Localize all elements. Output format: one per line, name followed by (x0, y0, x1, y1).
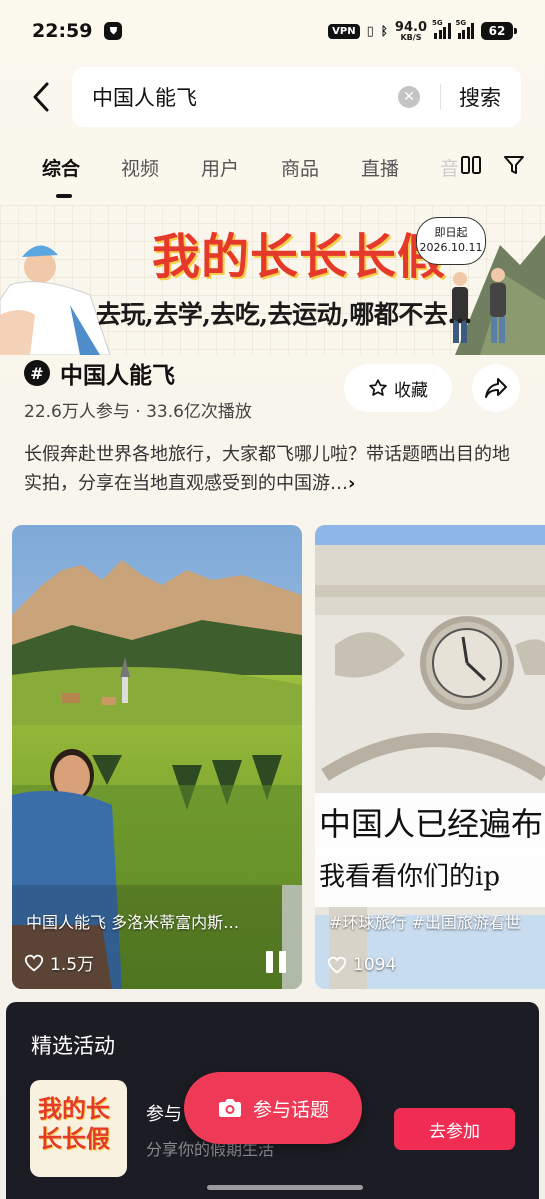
net-speed: 94.0 KB/S (394, 19, 427, 42)
activity-thumbnail[interactable]: 我的长长长假 (30, 1080, 127, 1177)
share-button[interactable] (472, 364, 520, 412)
tab-overall[interactable]: 综合 (42, 154, 80, 181)
signal-icon-2: 5G (456, 19, 474, 39)
home-indicator[interactable] (207, 1185, 363, 1190)
join-topic-button[interactable]: 参与话题 (184, 1072, 362, 1144)
vpn-badge: VPN (328, 23, 360, 39)
tab-user[interactable]: 用户 (201, 154, 239, 181)
video-title: #环球旅行 #出国旅游看世 (329, 913, 521, 932)
tab-product[interactable]: 商品 (281, 154, 319, 181)
overlay-caption-2: 我看看你们的ip (315, 847, 545, 907)
tab-indicator (56, 194, 72, 198)
search-header: 中国人能飞 ✕ 搜索 (0, 66, 545, 128)
tab-music-partial[interactable]: 音 (440, 154, 458, 181)
hashtag-icon: # (24, 360, 50, 386)
search-input[interactable]: 中国人能飞 ✕ 搜索 (72, 67, 521, 127)
banner-title: 我的长长长假 (152, 229, 447, 285)
topic-header: # 中国人能飞 (24, 356, 175, 390)
signal-icon: 5G (432, 19, 451, 39)
star-icon (369, 379, 387, 396)
search-query: 中国人能飞 (92, 86, 197, 110)
topic-description[interactable]: 长假奔赴世界各地旅行，大家都飞哪儿啦？带话题晒出目的地实拍，分享在当地直观感受到… (24, 440, 520, 498)
like-count[interactable]: 1094 (327, 955, 396, 975)
favorite-button[interactable]: 收藏 (344, 364, 452, 412)
thumb-text: 我的长长长假 (38, 1094, 110, 1153)
topic-stats: 22.6万人参与 · 33.6亿次播放 (24, 402, 252, 422)
tab-live[interactable]: 直播 (361, 154, 399, 181)
expand-icon[interactable]: › (348, 473, 355, 494)
favorite-label: 收藏 (394, 380, 428, 401)
heart-icon (24, 954, 44, 971)
banner-subtitle: 去玩,去学,去吃,去运动,哪都不去... (96, 300, 472, 329)
topic-banner[interactable]: 我的长长长假 去玩,去学,去吃,去运动,哪都不去... 即日起 2026.10.… (0, 205, 545, 355)
shield-icon: ⛊ (104, 22, 123, 40)
video-title: 中国人能飞 多洛米蒂富内斯… (26, 913, 240, 932)
activity-name: 参与 (146, 1104, 182, 1125)
status-time: 22:59 (32, 20, 93, 42)
join-topic-label: 参与话题 (252, 1098, 329, 1121)
tab-video[interactable]: 视频 (121, 154, 159, 181)
heart-icon (327, 956, 347, 974)
search-button[interactable]: 搜索 (441, 82, 521, 112)
status-bar: 22:59 ⛊ VPN ▯ ᛒ 94.0 KB/S 5G 5G 62 (0, 0, 545, 62)
clear-icon[interactable]: ✕ (398, 86, 420, 108)
layout-toggle-icon[interactable] (460, 154, 482, 180)
like-count[interactable]: 1.5万 (24, 950, 94, 975)
filter-icon[interactable] (503, 154, 525, 180)
overlay-caption-1: 中国人已经遍布 (315, 793, 545, 855)
back-button[interactable] (18, 74, 64, 120)
banner-date-bubble: 即日起 2026.10.11 (416, 217, 486, 265)
panel-title: 精选活动 (31, 1034, 115, 1058)
video-card[interactable]: 中国人能飞 多洛米蒂富内斯… 1.5万 (12, 525, 302, 989)
join-button[interactable]: 去参加 (394, 1108, 515, 1150)
battery-icon: 62 (481, 22, 517, 40)
pause-icon[interactable] (266, 951, 288, 973)
status-icons: VPN ▯ ᛒ 94.0 KB/S 5G 5G 62 (328, 19, 517, 42)
camera-icon (218, 1099, 241, 1117)
bluetooth-icon: ᛒ (380, 24, 388, 38)
share-icon (485, 378, 507, 398)
vibrate-icon: ▯ (366, 23, 374, 39)
video-card[interactable]: 中国人已经遍布 我看看你们的ip #环球旅行 #出国旅游看世 1094 (315, 525, 545, 989)
topic-title: 中国人能飞 (60, 363, 175, 389)
chevron-left-icon (33, 82, 49, 112)
